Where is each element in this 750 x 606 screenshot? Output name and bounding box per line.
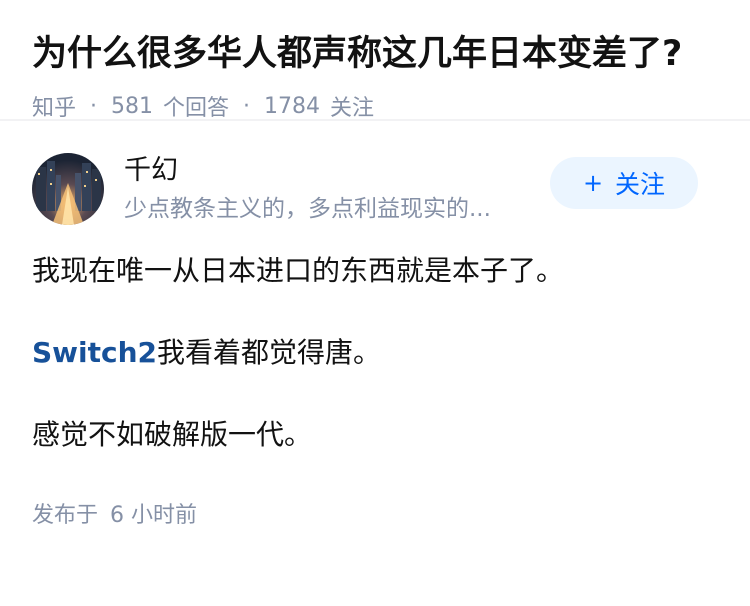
- answer-paragraph: 感觉不如破解版一代。: [32, 418, 313, 451]
- question-meta: 知乎 · 581 个回答 · 1784 关注: [32, 90, 718, 122]
- answer-card: 千幻 少点教条主义的，多点利益现实的... + 关注 我现在唯一从日本进口的东西…: [0, 121, 750, 529]
- plus-icon: +: [582, 169, 604, 197]
- author-signature: 少点教条主义的，多点利益现实的...: [124, 196, 491, 222]
- publish-time: 发布于 6 小时前: [32, 497, 718, 529]
- answer-paragraph: Switch2我看着都觉得唐。: [32, 333, 718, 373]
- follower-count: 1784: [264, 93, 321, 119]
- author-row: 千幻 少点教条主义的，多点利益现实的... + 关注: [32, 151, 718, 227]
- follow-label: 关注: [615, 170, 666, 199]
- meta-separator: ·: [243, 93, 251, 119]
- publish-label: 发布于: [32, 503, 99, 528]
- meta-separator: ·: [90, 93, 98, 119]
- follower-count-label: 关注: [330, 96, 375, 121]
- answer-content: 我现在唯一从日本进口的东西就是本子了。 Switch2我看着都觉得唐。 感觉不如…: [32, 251, 718, 455]
- switch2-link[interactable]: Switch2: [32, 336, 157, 369]
- answer-paragraph: 我现在唯一从日本进口的东西就是本子了。: [32, 254, 565, 287]
- author-avatar[interactable]: [32, 153, 104, 225]
- author-info: 千幻 少点教条主义的，多点利益现实的...: [124, 154, 534, 224]
- follow-button[interactable]: + 关注: [550, 157, 698, 209]
- publish-time-value: 6 小时前: [110, 503, 198, 528]
- city-night-avatar-icon: [32, 153, 104, 225]
- author-name[interactable]: 千幻: [124, 154, 534, 188]
- answer-count: 581: [111, 93, 154, 119]
- question-title[interactable]: 为什么很多华人都声称这几年日本变差了?: [32, 32, 718, 76]
- source-label[interactable]: 知乎: [32, 90, 76, 122]
- question-header: 为什么很多华人都声称这几年日本变差了? 知乎 · 581 个回答 · 1784 …: [0, 0, 750, 122]
- answer-count-label: 个回答: [163, 96, 230, 121]
- answer-text: 我看着都觉得唐。: [157, 336, 382, 369]
